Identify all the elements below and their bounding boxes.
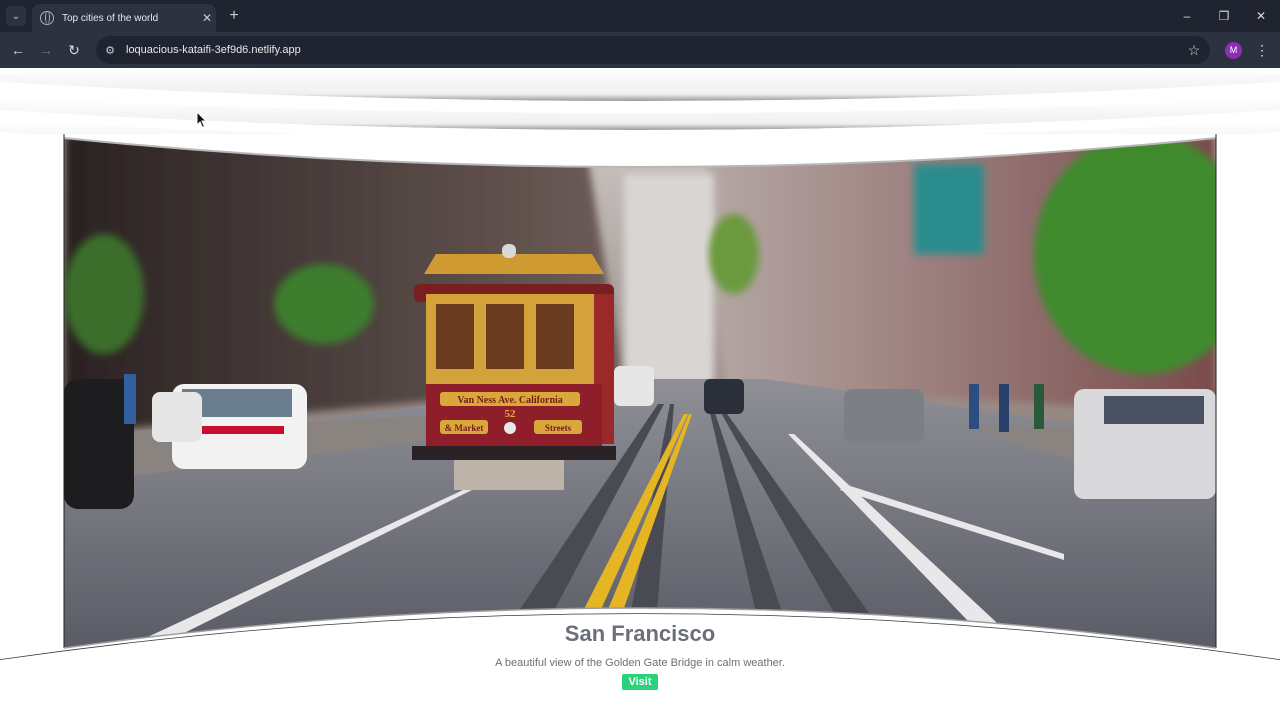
visit-button[interactable]: Visit (622, 674, 658, 690)
slide-caption: San Francisco A beautiful view of the Go… (0, 621, 1280, 690)
minimize-button[interactable]: – (1176, 6, 1198, 26)
restore-button[interactable]: ❐ (1213, 6, 1235, 26)
window-close-icon: ✕ (1255, 9, 1267, 23)
tab-title: Top cities of the world (62, 12, 159, 24)
star-icon[interactable]: ☆ (1182, 42, 1206, 59)
forward-arrow-icon: → (39, 42, 53, 58)
mouse-cursor-icon (196, 111, 208, 129)
reload-icon: ↻ (68, 42, 80, 58)
reload-button[interactable]: ↻ (64, 40, 84, 60)
city-description: A beautiful view of the Golden Gate Brid… (495, 657, 785, 669)
tab-bar: ⌄ Top cities of the world ✕ + – ❐ ✕ (0, 0, 1280, 32)
profile-avatar[interactable]: M (1225, 42, 1242, 59)
close-icon[interactable]: ✕ (198, 11, 216, 25)
minimize-icon: – (1183, 9, 1191, 23)
new-tab-button[interactable]: + (224, 6, 244, 26)
page-content: Van Ness Ave. California 52 & Market Str… (0, 68, 1280, 720)
back-button[interactable]: ← (8, 40, 28, 60)
globe-icon (40, 11, 54, 25)
url-text[interactable]: loquacious-kataifi-3ef9d6.netlify.app (126, 44, 1182, 56)
back-arrow-icon: ← (11, 42, 25, 58)
forward-button[interactable]: → (36, 40, 56, 60)
plus-icon: + (229, 7, 239, 24)
restore-icon: ❐ (1218, 9, 1230, 23)
tune-icon[interactable]: ⚙ (102, 44, 118, 57)
tab-search-button[interactable]: ⌄ (6, 6, 26, 26)
city-title: San Francisco (564, 621, 716, 646)
address-bar[interactable]: ⚙ loquacious-kataifi-3ef9d6.netlify.app … (96, 36, 1210, 64)
browser-toolbar: ← → ↻ ⚙ loquacious-kataifi-3ef9d6.netlif… (0, 32, 1280, 68)
kebab-icon[interactable]: ⋮ (1253, 40, 1271, 60)
active-tab[interactable]: Top cities of the world ✕ (32, 4, 216, 32)
chevron-down-icon: ⌄ (11, 10, 21, 22)
window-close-button[interactable]: ✕ (1250, 6, 1272, 26)
